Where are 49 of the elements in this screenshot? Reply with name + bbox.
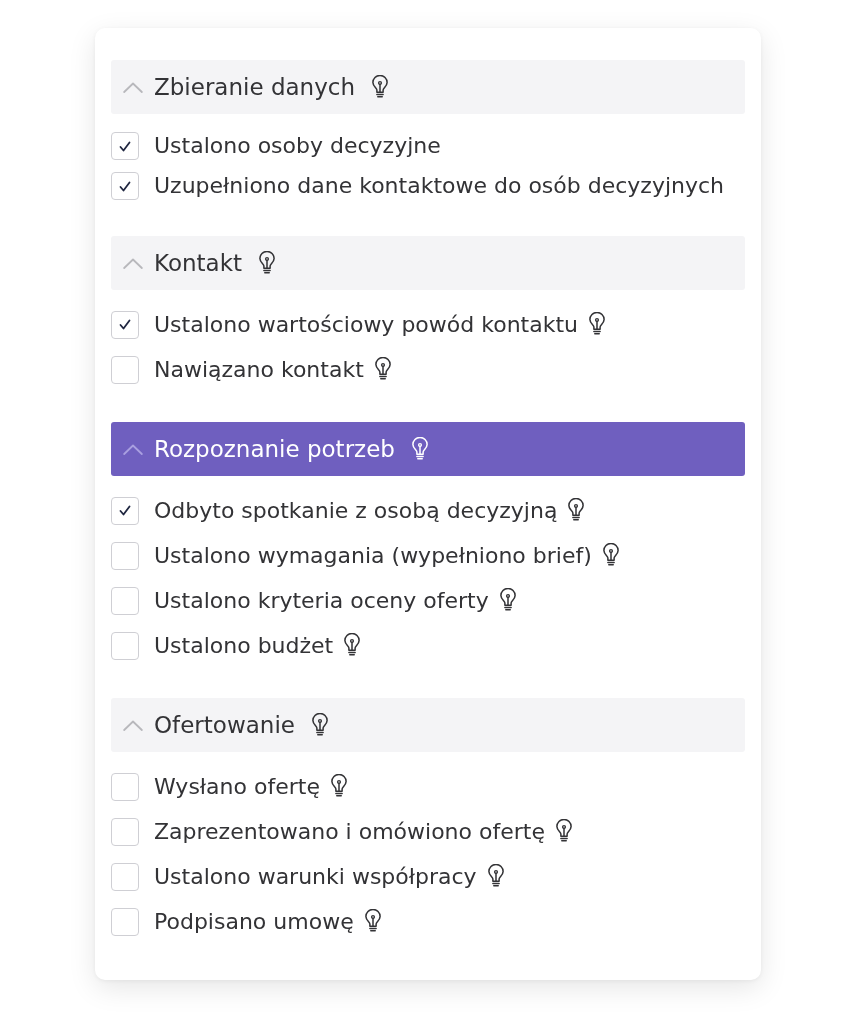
checklist-item-label: Podpisano umowę [154,907,354,936]
checklist-item-label: Wysłano ofertę [154,772,320,801]
section-header[interactable]: Zbieranie danych [111,60,745,114]
checklist-item-label: Uzupełniono dane kontaktowe do osób decyzyjnych [154,172,725,200]
checkbox[interactable] [111,772,139,801]
lightbulb-icon[interactable] [498,588,517,612]
checkbox[interactable] [111,132,139,160]
lightbulb-icon[interactable] [329,774,348,798]
checklist-item-label: Ustalono budżet [154,631,334,660]
lightbulb-icon[interactable] [343,633,362,657]
section-header[interactable]: Kontakt [111,236,745,290]
checklist-item-label: Odbyto spotkanie z osobą decyzyjną [154,496,558,525]
checkbox[interactable] [111,862,139,891]
lightbulb-icon[interactable] [373,357,392,381]
checklist-item-label: Ustalono wymagania (wypełniono brief) [154,541,592,570]
section-header[interactable]: Rozpoznanie potrzeb [111,422,745,476]
checklist-item-label: Ustalono wartościowy powód kontaktu [154,310,578,339]
lightbulb-icon[interactable] [567,498,586,522]
checkbox[interactable] [111,817,139,846]
lightbulb-icon[interactable] [554,819,573,843]
checkmark-icon [119,180,131,192]
checkbox[interactable] [111,907,139,936]
checklist-item-label: Ustalono warunki współpracy [154,862,477,891]
checklist-item-label: Ustalono osoby decyzyjne [154,132,441,160]
checklist-item-label: Ustalono kryteria oceny oferty [154,586,489,615]
lightbulb-icon[interactable] [371,75,389,99]
checkmark-icon [119,505,131,516]
lightbulb-icon[interactable] [258,251,277,275]
checkbox[interactable] [111,541,139,570]
chevron-icon [123,257,143,269]
checklist-item-label: Zaprezentowano i omówiono ofertę [154,817,545,846]
checkbox[interactable] [111,586,139,615]
section-header[interactable]: Ofertowanie [111,698,745,752]
checkbox[interactable] [111,355,139,384]
lightbulb-icon[interactable] [588,312,606,336]
lightbulb-icon[interactable] [486,864,505,888]
chevron-icon [123,81,143,93]
lightbulb-icon[interactable] [363,909,382,933]
checkmark-icon [119,140,131,152]
lightbulb-icon[interactable] [310,713,329,737]
checkbox[interactable] [111,631,139,660]
checkmark-icon [119,319,131,330]
chevron-icon [123,719,143,731]
checkbox[interactable] [111,496,139,525]
checkbox[interactable] [111,172,139,200]
checkbox[interactable] [111,310,139,339]
lightbulb-icon[interactable] [601,543,620,567]
checklist-item-label: Nawiązano kontakt [154,355,364,384]
chevron-icon [123,443,143,455]
